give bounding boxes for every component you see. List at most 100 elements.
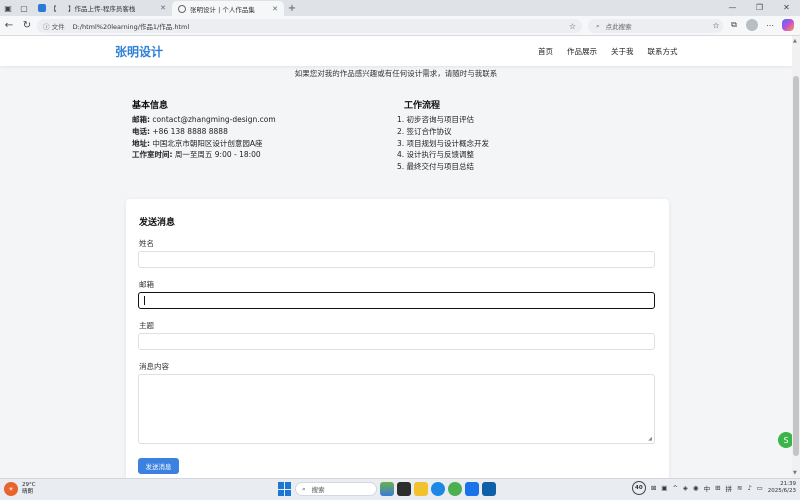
- info-phone: 电话: +86 138 8888 8888: [132, 126, 372, 138]
- search-placeholder: 点此搜索: [605, 23, 632, 31]
- url-text: D:/html%20learning/作品1/作品.html: [72, 23, 190, 31]
- tray-app-icon-2[interactable]: ▣: [661, 484, 667, 492]
- info-icon[interactable]: ⓘ 文件: [43, 21, 65, 31]
- workflow-step: 1. 初步咨询与项目评估: [397, 115, 475, 124]
- windows-taskbar: ☀ 29°C 晴朗 ⌕ 搜索 40 ⊠ ▣ ^ ◈ ◉ 中 ⊞ 拼 ≋ ♪ ▭ …: [0, 478, 800, 500]
- ime-pinyin[interactable]: 拼: [726, 483, 733, 493]
- nav-contact[interactable]: 联系方式: [648, 46, 678, 57]
- close-window-icon[interactable]: ✕: [773, 0, 800, 16]
- windows-start-icon[interactable]: [278, 482, 292, 496]
- info-label: 电话:: [132, 126, 150, 136]
- subject-label: 主题: [139, 321, 154, 330]
- badge-40[interactable]: 40: [631, 481, 646, 495]
- scroll-up-icon[interactable]: ▲: [793, 38, 797, 44]
- tab-label: 张明设计 | 个人作品集: [190, 5, 255, 14]
- message-textarea[interactable]: ◢: [138, 374, 655, 444]
- workflow-step: 3. 项目规划与设计概念开发: [397, 138, 490, 148]
- weather-condition: 晴朗: [22, 489, 34, 495]
- scroll-down-icon[interactable]: ▼: [793, 470, 797, 476]
- address-bar[interactable]: ⓘ 文件 D:/html%20learning/作品1/作品.html ☆: [37, 19, 582, 33]
- nav-home[interactable]: 首页: [538, 46, 553, 57]
- page-scrollbar[interactable]: ▲ ▼: [792, 36, 800, 478]
- task-view-icon[interactable]: [397, 482, 411, 496]
- browser-toolbar: ← ↻ ⓘ 文件 D:/html%20learning/作品1/作品.html …: [0, 16, 800, 36]
- browser-search-box[interactable]: ⌕ 点此搜索: [588, 19, 723, 33]
- info-label: 邮箱:: [132, 115, 150, 124]
- widgets-app-icon[interactable]: [380, 482, 394, 496]
- weather-text: 29°C 晴朗: [22, 482, 36, 496]
- info-value: 中国北京市朝阳区设计创意园A座: [150, 138, 263, 148]
- tab-close-icon[interactable]: ✕: [160, 4, 166, 12]
- volume-icon[interactable]: ♪: [747, 484, 751, 492]
- wifi-icon[interactable]: ≋: [737, 484, 742, 492]
- nav-portfolio[interactable]: 作品展示: [567, 46, 597, 57]
- browser-tab-bar: ▣ ▢ 【 】作品上传-程序员客栈 ✕ 张明设计 | 个人作品集 ✕ + — ❐…: [0, 0, 800, 17]
- info-address: 地址: 中国北京市朝阳区设计创意园A座: [132, 138, 372, 150]
- basic-info-section: 基本信息 邮箱: contact@zhangming-design.com 电话…: [132, 98, 372, 161]
- chevron-up-icon[interactable]: ^: [672, 484, 677, 492]
- browser-app-icon[interactable]: [465, 482, 479, 496]
- tab-2-active[interactable]: 张明设计 | 个人作品集 ✕: [172, 0, 284, 17]
- restore-icon[interactable]: ❐: [746, 0, 773, 16]
- taskbar-apps: ⌕ 搜索: [278, 482, 496, 496]
- chrome-icon[interactable]: [448, 482, 462, 496]
- edge-icon[interactable]: [431, 482, 445, 496]
- contact-intro: 如果您对我的作品感兴趣或有任何设计需求，请随时与我联系: [294, 69, 498, 78]
- info-email: 邮箱: contact@zhangming-design.com: [132, 114, 372, 126]
- tab-close-icon[interactable]: ✕: [272, 5, 278, 13]
- info-value: contact@zhangming-design.com: [150, 115, 276, 124]
- tab-1[interactable]: 】作品上传-程序员客栈 ✕: [62, 0, 172, 16]
- site-header: 张明设计 首页 作品展示 关于我 联系方式: [0, 36, 792, 66]
- info-value: +86 138 8888 8888: [150, 126, 228, 136]
- back-arrow-icon[interactable]: ←: [0, 20, 18, 31]
- resize-grip-icon[interactable]: ◢: [648, 436, 652, 442]
- scrollbar-thumb[interactable]: [793, 76, 799, 456]
- nav-about[interactable]: 关于我: [611, 46, 634, 57]
- search-icon: ⌕: [302, 484, 306, 493]
- workflow-step: 5. 最终交付与项目总结: [397, 162, 475, 172]
- time: 21:39: [780, 481, 796, 487]
- site-logo[interactable]: 张明设计: [115, 43, 163, 60]
- profile-avatar[interactable]: [746, 19, 758, 31]
- more-icon[interactable]: ⋯: [764, 19, 776, 31]
- tab-label: 【: [50, 5, 57, 13]
- tray-app-icon[interactable]: ⊠: [651, 484, 656, 492]
- subject-input[interactable]: [138, 333, 655, 350]
- name-label: 姓名: [139, 239, 154, 248]
- favorites-icon[interactable]: ☆: [710, 19, 722, 31]
- workflow-title: 工作流程: [404, 101, 441, 111]
- file-explorer-icon[interactable]: [414, 482, 428, 496]
- tab-actions-icon[interactable]: ▢: [16, 0, 32, 16]
- workspaces-icon[interactable]: ▣: [0, 0, 16, 16]
- email-input[interactable]: [138, 292, 655, 309]
- vscode-icon[interactable]: [482, 482, 496, 496]
- info-value: 周一至周五 9:00 - 18:00: [172, 150, 261, 160]
- clock[interactable]: 21:39 2025/6/23: [768, 481, 796, 495]
- battery-icon[interactable]: ▭: [757, 484, 763, 492]
- taskbar-search[interactable]: ⌕ 搜索: [295, 482, 377, 496]
- name-input[interactable]: [138, 251, 655, 268]
- tray-app-icon-4[interactable]: ⊞: [715, 484, 720, 492]
- message-label: 消息内容: [139, 362, 169, 371]
- submit-button[interactable]: 发送消息: [138, 458, 179, 474]
- globe-icon: [178, 4, 186, 13]
- tray-app-icon-3[interactable]: ◉: [693, 484, 699, 492]
- workflow-step: 4. 设计执行与反馈调整: [397, 150, 475, 160]
- collections-icon[interactable]: ⧉: [728, 19, 740, 31]
- file-label: 文件: [51, 23, 65, 31]
- minimize-icon[interactable]: —: [719, 0, 746, 16]
- new-tab-button[interactable]: +: [284, 3, 300, 14]
- weather-widget[interactable]: ☀ 29°C 晴朗: [4, 482, 36, 496]
- favorite-star-icon[interactable]: ☆: [569, 22, 576, 31]
- window-controls: — ❐ ✕: [719, 0, 800, 16]
- info-label: 地址:: [132, 138, 150, 148]
- info-label: 工作室时间:: [132, 150, 173, 160]
- ime-chinese[interactable]: 中: [704, 483, 711, 493]
- text-caret: [144, 296, 145, 305]
- copilot-icon[interactable]: [782, 19, 794, 31]
- tab-0[interactable]: 【: [32, 0, 62, 16]
- temperature: 29°C: [22, 482, 36, 488]
- tab-label: 】作品上传-程序员客栈: [68, 5, 136, 13]
- shield-icon[interactable]: ◈: [683, 484, 688, 492]
- refresh-icon[interactable]: ↻: [18, 20, 36, 31]
